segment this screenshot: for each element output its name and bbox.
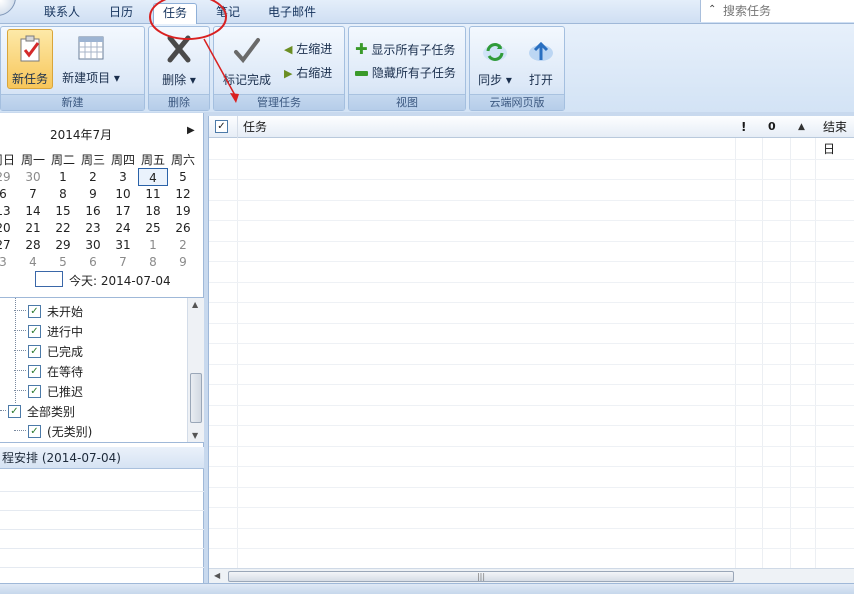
annotation-arrowhead xyxy=(230,93,239,103)
annotation-overlay xyxy=(149,0,239,103)
annotation-circle xyxy=(149,0,227,40)
annotation-arrow-line xyxy=(203,38,237,98)
